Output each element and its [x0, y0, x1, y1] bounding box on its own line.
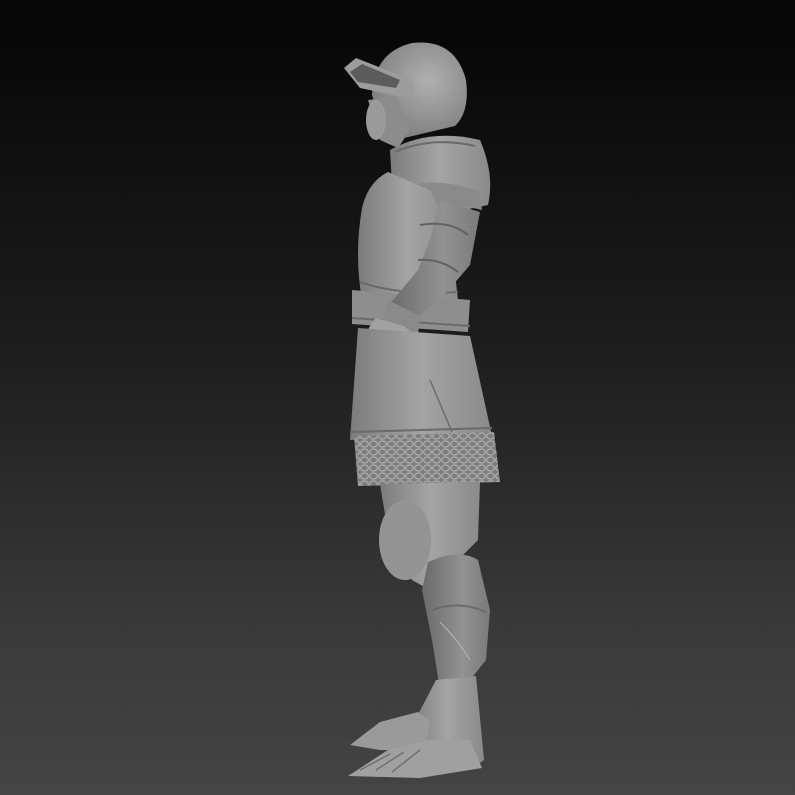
knee-guard: [379, 500, 431, 580]
knight-armor-sculpt: [344, 42, 500, 778]
leg: [379, 482, 490, 690]
chainmail-skirt: [354, 432, 500, 486]
helmet: [344, 42, 467, 148]
sculpt-viewport[interactable]: [0, 0, 795, 795]
tasset: [349, 328, 493, 440]
sabaton: [348, 676, 484, 778]
greave: [422, 554, 490, 690]
